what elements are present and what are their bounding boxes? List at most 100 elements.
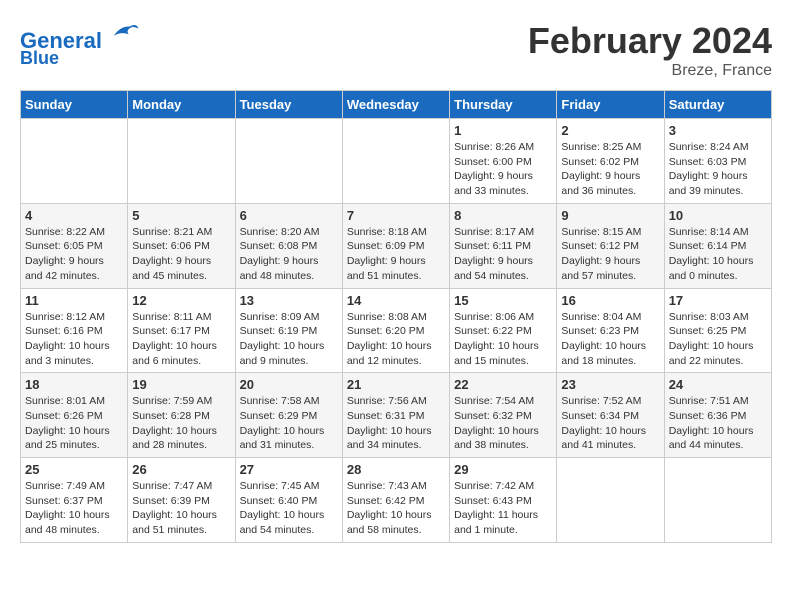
day-number: 20 — [240, 377, 338, 392]
day-number: 11 — [25, 293, 123, 308]
header-tuesday: Tuesday — [235, 91, 342, 119]
day-number: 26 — [132, 462, 230, 477]
day-number: 21 — [347, 377, 445, 392]
calendar-cell: 24Sunrise: 7:51 AM Sunset: 6:36 PM Dayli… — [664, 373, 771, 458]
day-info: Sunrise: 7:45 AM Sunset: 6:40 PM Dayligh… — [240, 479, 338, 538]
day-info: Sunrise: 7:59 AM Sunset: 6:28 PM Dayligh… — [132, 394, 230, 453]
day-info: Sunrise: 8:25 AM Sunset: 6:02 PM Dayligh… — [561, 140, 659, 199]
header-wednesday: Wednesday — [342, 91, 449, 119]
day-info: Sunrise: 8:01 AM Sunset: 6:26 PM Dayligh… — [25, 394, 123, 453]
day-number: 17 — [669, 293, 767, 308]
calendar-cell: 10 Sunrise: 8:14 AM Sunset: 6:14 PM Dayli… — [664, 203, 771, 288]
calendar-week-3: 11 Sunrise: 8:12 AM Sunset: 6:16 PM Dayli… — [21, 288, 772, 373]
day-info: Sunrise: 8:20 AM Sunset: 6:08 PM Dayligh… — [240, 225, 338, 284]
day-number: 25 — [25, 462, 123, 477]
day-number: 15 — [454, 293, 552, 308]
day-number: 8 — [454, 208, 552, 223]
calendar-cell — [128, 119, 235, 204]
day-info: Sunrise: 8:12 AM Sunset: 6:16 PM Dayligh… — [25, 310, 123, 369]
day-info: Sunrise: 8:09 AM Sunset: 6:19 PM Dayligh… — [240, 310, 338, 369]
calendar-cell: 4 Sunrise: 8:22 AM Sunset: 6:05 PM Daylig… — [21, 203, 128, 288]
day-number: 12 — [132, 293, 230, 308]
day-info: Sunrise: 8:04 AM Sunset: 6:23 PM Dayligh… — [561, 310, 659, 369]
calendar-week-1: 1Sunrise: 8:26 AM Sunset: 6:00 PM Daylig… — [21, 119, 772, 204]
calendar-cell — [235, 119, 342, 204]
calendar-cell: 22 Sunrise: 7:54 AM Sunset: 6:32 PM Dayli… — [450, 373, 557, 458]
calendar-cell: 20 Sunrise: 7:58 AM Sunset: 6:29 PM Dayli… — [235, 373, 342, 458]
calendar-cell: 2Sunrise: 8:25 AM Sunset: 6:02 PM Daylig… — [557, 119, 664, 204]
day-number: 29 — [454, 462, 552, 477]
day-info: Sunrise: 8:14 AM Sunset: 6:14 PM Dayligh… — [669, 225, 767, 284]
day-info: Sunrise: 7:51 AM Sunset: 6:36 PM Dayligh… — [669, 394, 767, 453]
calendar-cell: 7 Sunrise: 8:18 AM Sunset: 6:09 PM Daylig… — [342, 203, 449, 288]
calendar-cell — [21, 119, 128, 204]
header-sunday: Sunday — [21, 91, 128, 119]
calendar-cell — [664, 458, 771, 543]
calendar-cell: 5Sunrise: 8:21 AM Sunset: 6:06 PM Daylig… — [128, 203, 235, 288]
calendar-cell: 18 Sunrise: 8:01 AM Sunset: 6:26 PM Dayli… — [21, 373, 128, 458]
page-header: General Blue February 2024 Breze, France — [20, 20, 772, 80]
day-info: Sunrise: 7:47 AM Sunset: 6:39 PM Dayligh… — [132, 479, 230, 538]
calendar-cell: 16 Sunrise: 8:04 AM Sunset: 6:23 PM Dayli… — [557, 288, 664, 373]
header-thursday: Thursday — [450, 91, 557, 119]
day-number: 6 — [240, 208, 338, 223]
day-info: Sunrise: 8:18 AM Sunset: 6:09 PM Dayligh… — [347, 225, 445, 284]
location-subtitle: Breze, France — [528, 62, 772, 80]
title-block: February 2024 Breze, France — [528, 20, 772, 80]
day-info: Sunrise: 7:58 AM Sunset: 6:29 PM Dayligh… — [240, 394, 338, 453]
logo: General Blue — [20, 20, 140, 69]
calendar-cell: 27 Sunrise: 7:45 AM Sunset: 6:40 PM Dayli… — [235, 458, 342, 543]
calendar-cell — [342, 119, 449, 204]
day-number: 3 — [669, 123, 767, 138]
calendar-cell: 17 Sunrise: 8:03 AM Sunset: 6:25 PM Dayli… — [664, 288, 771, 373]
calendar-cell: 1Sunrise: 8:26 AM Sunset: 6:00 PM Daylig… — [450, 119, 557, 204]
day-number: 18 — [25, 377, 123, 392]
day-info: Sunrise: 7:56 AM Sunset: 6:31 PM Dayligh… — [347, 394, 445, 453]
day-number: 14 — [347, 293, 445, 308]
day-number: 13 — [240, 293, 338, 308]
calendar-cell: 12Sunrise: 8:11 AM Sunset: 6:17 PM Dayli… — [128, 288, 235, 373]
day-info: Sunrise: 8:22 AM Sunset: 6:05 PM Dayligh… — [25, 225, 123, 284]
calendar-week-5: 25 Sunrise: 7:49 AM Sunset: 6:37 PM Dayli… — [21, 458, 772, 543]
day-info: Sunrise: 8:26 AM Sunset: 6:00 PM Dayligh… — [454, 140, 552, 199]
day-info: Sunrise: 7:49 AM Sunset: 6:37 PM Dayligh… — [25, 479, 123, 538]
day-info: Sunrise: 7:42 AM Sunset: 6:43 PM Dayligh… — [454, 479, 552, 538]
calendar-week-2: 4 Sunrise: 8:22 AM Sunset: 6:05 PM Daylig… — [21, 203, 772, 288]
day-number: 22 — [454, 377, 552, 392]
day-info: Sunrise: 7:54 AM Sunset: 6:32 PM Dayligh… — [454, 394, 552, 453]
calendar-cell — [557, 458, 664, 543]
day-info: Sunrise: 8:08 AM Sunset: 6:20 PM Dayligh… — [347, 310, 445, 369]
header-friday: Friday — [557, 91, 664, 119]
day-info: Sunrise: 8:15 AM Sunset: 6:12 PM Dayligh… — [561, 225, 659, 284]
calendar-cell: 14 Sunrise: 8:08 AM Sunset: 6:20 PM Dayli… — [342, 288, 449, 373]
calendar-cell: 19Sunrise: 7:59 AM Sunset: 6:28 PM Dayli… — [128, 373, 235, 458]
calendar-cell: 6 Sunrise: 8:20 AM Sunset: 6:08 PM Daylig… — [235, 203, 342, 288]
day-number: 9 — [561, 208, 659, 223]
month-title: February 2024 — [528, 20, 772, 62]
calendar-cell: 21 Sunrise: 7:56 AM Sunset: 6:31 PM Dayli… — [342, 373, 449, 458]
day-info: Sunrise: 8:06 AM Sunset: 6:22 PM Dayligh… — [454, 310, 552, 369]
calendar-week-4: 18 Sunrise: 8:01 AM Sunset: 6:26 PM Dayli… — [21, 373, 772, 458]
calendar-header-row: SundayMondayTuesdayWednesdayThursdayFrid… — [21, 91, 772, 119]
calendar-cell: 13 Sunrise: 8:09 AM Sunset: 6:19 PM Dayli… — [235, 288, 342, 373]
day-info: Sunrise: 8:17 AM Sunset: 6:11 PM Dayligh… — [454, 225, 552, 284]
calendar-cell: 8 Sunrise: 8:17 AM Sunset: 6:11 PM Daylig… — [450, 203, 557, 288]
day-number: 27 — [240, 462, 338, 477]
calendar-cell: 25 Sunrise: 7:49 AM Sunset: 6:37 PM Dayli… — [21, 458, 128, 543]
header-saturday: Saturday — [664, 91, 771, 119]
day-number: 16 — [561, 293, 659, 308]
calendar-cell: 28Sunrise: 7:43 AM Sunset: 6:42 PM Dayli… — [342, 458, 449, 543]
day-number: 10 — [669, 208, 767, 223]
calendar-cell: 26 Sunrise: 7:47 AM Sunset: 6:39 PM Dayli… — [128, 458, 235, 543]
day-number: 23 — [561, 377, 659, 392]
day-number: 4 — [25, 208, 123, 223]
day-number: 28 — [347, 462, 445, 477]
calendar-cell: 23Sunrise: 7:52 AM Sunset: 6:34 PM Dayli… — [557, 373, 664, 458]
day-info: Sunrise: 8:03 AM Sunset: 6:25 PM Dayligh… — [669, 310, 767, 369]
day-info: Sunrise: 8:24 AM Sunset: 6:03 PM Dayligh… — [669, 140, 767, 199]
calendar-cell: 15 Sunrise: 8:06 AM Sunset: 6:22 PM Dayli… — [450, 288, 557, 373]
calendar-cell: 9 Sunrise: 8:15 AM Sunset: 6:12 PM Daylig… — [557, 203, 664, 288]
header-monday: Monday — [128, 91, 235, 119]
calendar-table: SundayMondayTuesdayWednesdayThursdayFrid… — [20, 90, 772, 543]
day-number: 7 — [347, 208, 445, 223]
